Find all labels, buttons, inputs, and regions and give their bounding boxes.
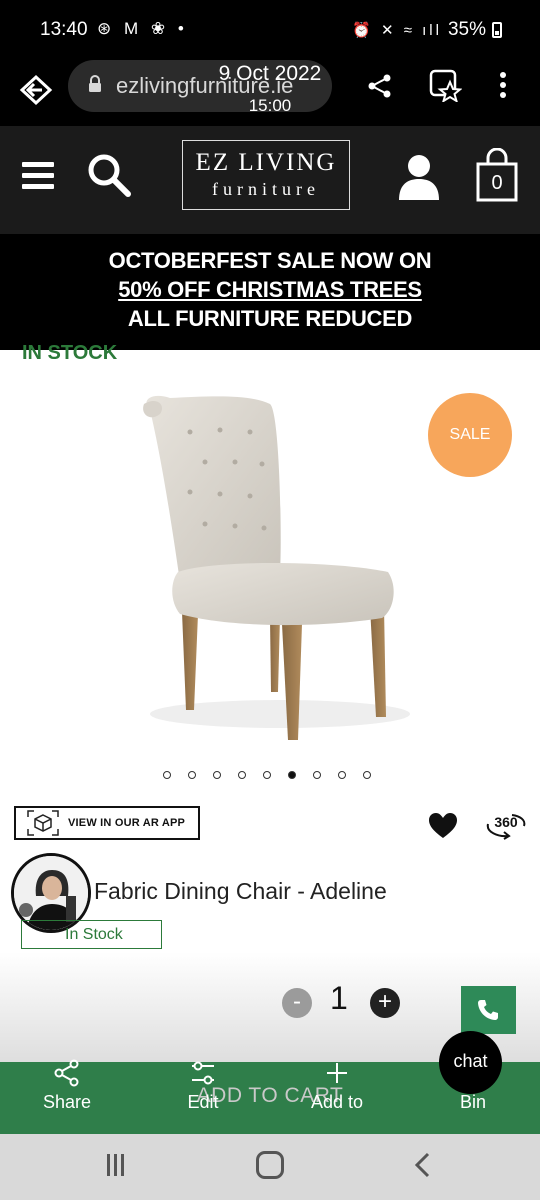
rotate-360-icon[interactable]: 360 [484,810,528,840]
chat-label: chat [453,1051,488,1071]
wishlist-heart-icon[interactable] [428,812,458,840]
add-to-action[interactable]: Add to [292,1058,382,1113]
phone-icon [478,1000,498,1020]
stock-status-text: In Stock [65,926,123,943]
status-right: ⏰ ✕ ≈ ıll 35% [352,19,502,41]
carousel-dot[interactable] [288,771,296,779]
call-button[interactable] [461,986,516,1034]
status-time: 13:40 [40,19,88,40]
home-button-icon[interactable] [256,1151,284,1179]
logo-line1: EZ LIVING [195,149,337,176]
in-stock-label-top: IN STOCK [22,342,118,364]
carousel-dot[interactable] [263,771,271,779]
share-action-icon [54,1059,79,1087]
share-action[interactable]: Share [22,1058,112,1113]
quantity-increase-button[interactable]: + [370,988,400,1018]
site-logo[interactable]: EZ LIVING furniture [182,140,350,210]
recent-apps-icon[interactable] [107,1154,133,1176]
carousel-dot[interactable] [313,771,321,779]
status-bar: 13:40 ⊛ M ❀ • ⏰ ✕ ≈ ıll 35% [0,0,540,60]
quantity-value[interactable]: 1 [330,980,348,1017]
notification-icons: ⊛ M ❀ • [97,19,188,38]
chat-button[interactable]: chat [439,1031,502,1094]
search-icon[interactable] [86,152,132,198]
hamburger-menu-icon[interactable] [22,162,54,190]
product-image-chair[interactable] [130,392,410,752]
promo-line3: ALL FURNITURE REDUCED [127,306,413,331]
plus-icon [327,1063,347,1083]
overlay-date: 9 Oct 2022 [218,62,322,85]
system-nav-bar [0,1134,540,1200]
ar-cube-icon [27,810,59,836]
carousel-dot[interactable] [213,771,221,779]
cart-bag-icon[interactable]: 0 [474,147,520,202]
edit-action-label: Edit [187,1092,219,1112]
battery-percent: 35% [447,19,486,40]
add-to-action-label: Add to [310,1092,364,1112]
promo-line1: OCTOBERFEST SALE NOW ON [108,248,432,273]
carousel-dot[interactable] [363,771,371,779]
promo-banner[interactable]: OCTOBERFEST SALE NOW ON 50% OFF CHRISTMA… [0,234,540,350]
promo-line2-link[interactable]: 50% OFF CHRISTMAS TREES [0,275,540,304]
back-arrow-icon[interactable] [412,1152,434,1178]
system-status-icons: ⏰ ✕ ≈ ıll [352,22,442,39]
view-ar-label: VIEW IN OUR AR APP [68,817,186,829]
sale-badge: SALE [428,393,512,477]
share-action-label: Share [42,1092,92,1112]
account-icon[interactable] [398,152,440,202]
image-carousel-dots[interactable] [163,771,371,779]
logo-line2: furniture [212,179,320,199]
site-header: EZ LIVING furniture 0 [0,126,540,234]
battery-icon [492,22,502,38]
stock-status-badge: In Stock [21,920,162,949]
carousel-dot[interactable] [338,771,346,779]
carousel-dot[interactable] [188,771,196,779]
carousel-dot[interactable] [238,771,246,779]
edit-action[interactable]: Edit [158,1058,248,1113]
overlay-time: 15:00 [248,96,292,115]
product-title: Fabric Dining Chair - Adeline [94,878,387,904]
cart-count: 0 [491,172,503,194]
bin-action-label: Bin [459,1092,486,1112]
view-ar-button[interactable]: VIEW IN OUR AR APP [14,806,200,840]
carousel-dot[interactable] [163,771,171,779]
edit-sliders-icon [192,1061,214,1085]
quantity-decrease-button[interactable]: - [282,988,312,1018]
